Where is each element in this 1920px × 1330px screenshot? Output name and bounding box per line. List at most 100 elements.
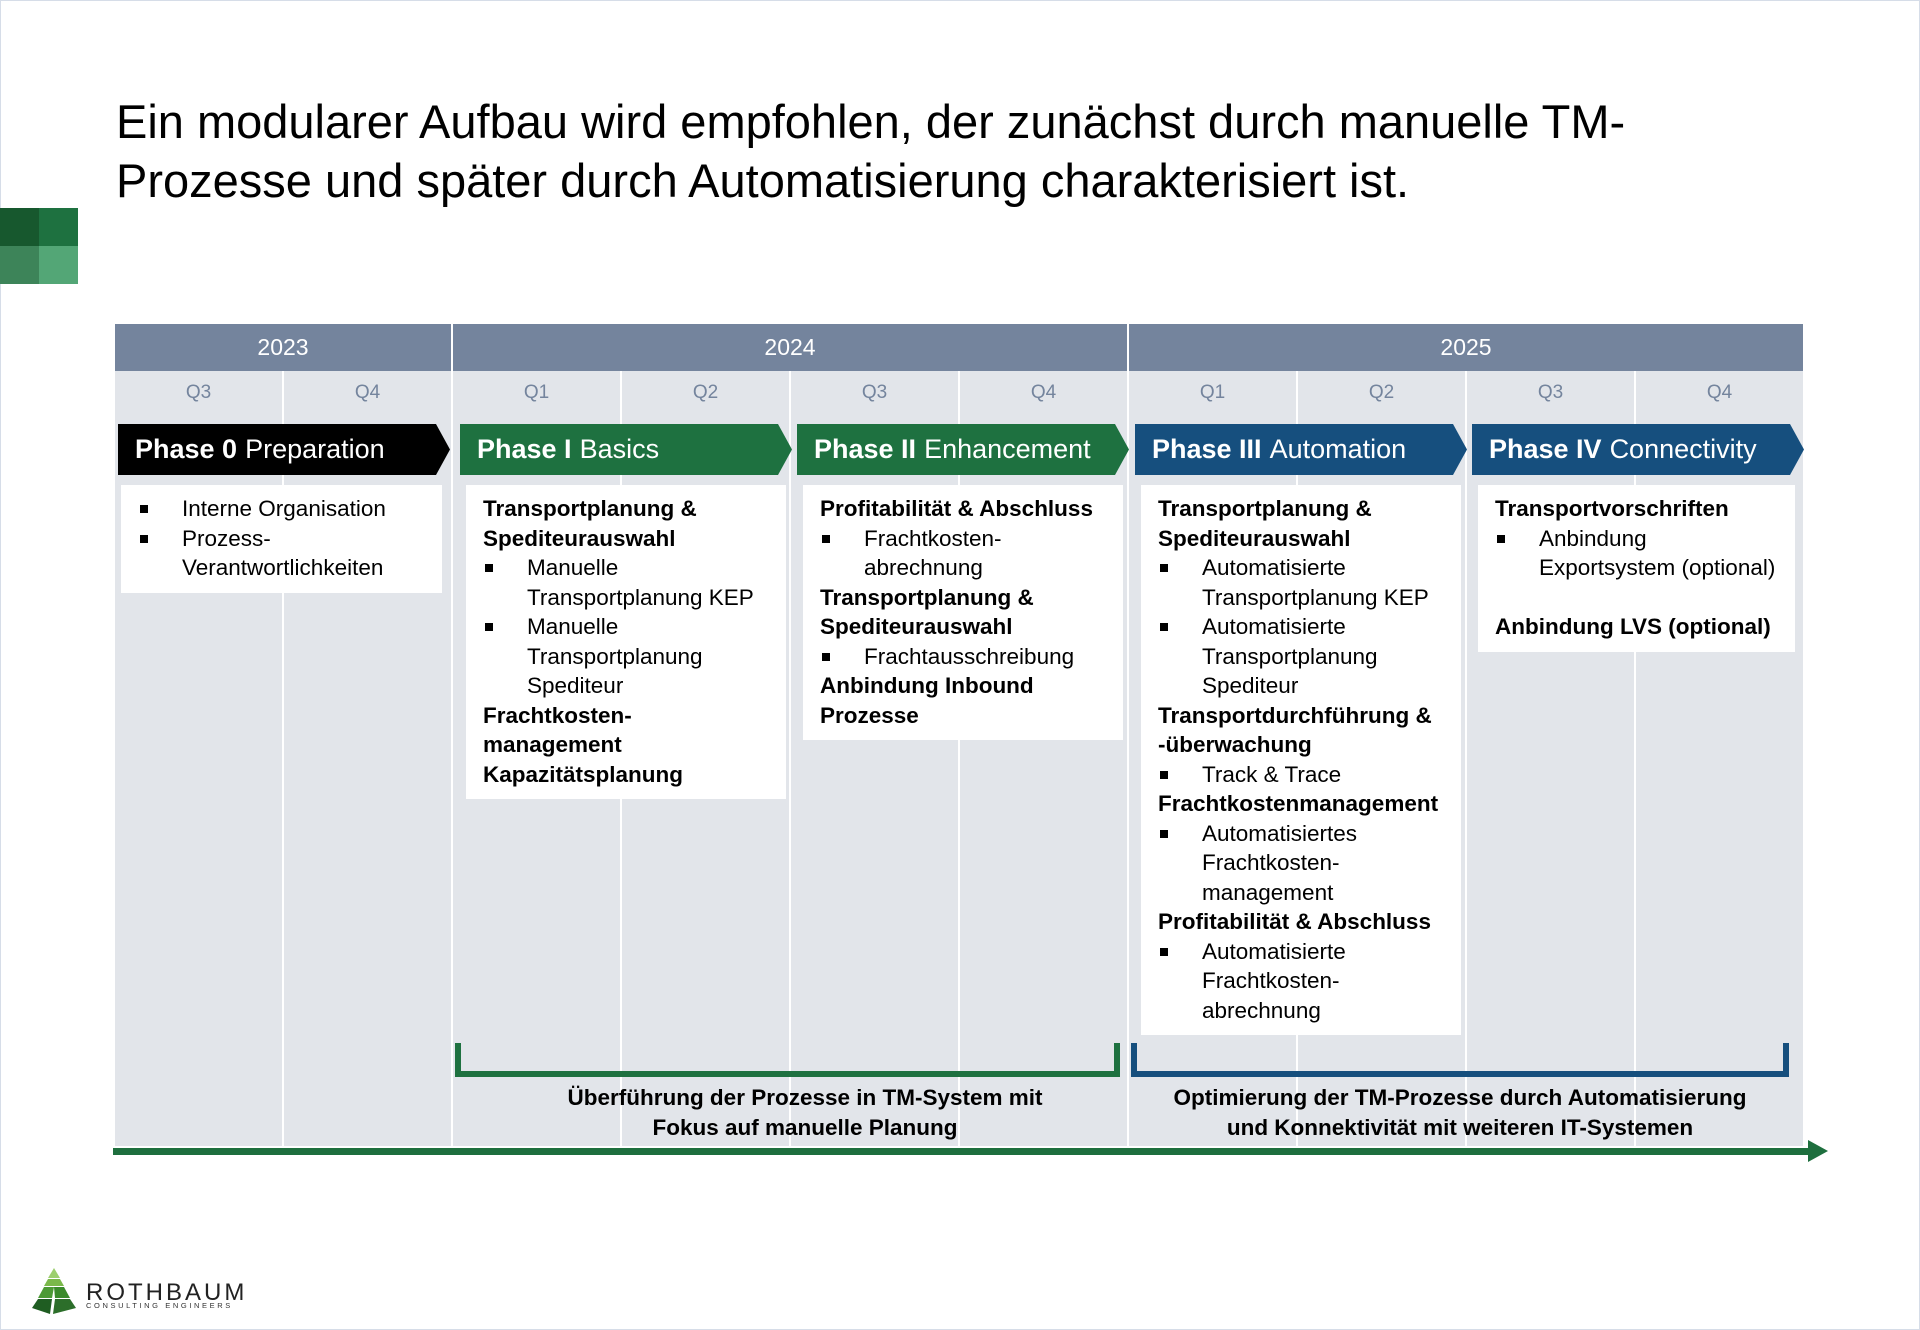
phase-number: Phase II <box>814 434 917 464</box>
bullet-square-icon <box>140 534 148 543</box>
quarter-label: Q2 <box>1368 381 1395 403</box>
phase-chevron: Phase I Basics <box>460 424 792 475</box>
topic-heading: Anbindung LVS (optional) <box>1495 614 1771 639</box>
topic-heading: Kapazitätsplanung <box>483 761 684 787</box>
bracket-label-line: und Konnektivität mit weiteren IT-System… <box>1226 1114 1694 1140</box>
bullet-text: Track & Trace <box>1202 761 1342 787</box>
quarter-label: Q4 <box>354 381 381 403</box>
year-header: 2024 <box>453 324 1129 371</box>
quarter-label: Q3 <box>861 381 888 403</box>
bullet-square-icon <box>822 652 830 661</box>
phase-name: Connectivity <box>1609 434 1757 464</box>
bullet-text: Anbindung Exportsystem (optional) <box>1539 525 1776 581</box>
topic-heading: Frachtkosten- management <box>483 702 632 758</box>
phase-name: Enhancement <box>924 434 1091 464</box>
phase-content-box: Transportplanung & Spediteurauswahl Autom… <box>1141 485 1461 1035</box>
bullet-text: Automatisierte Transportplanung KEP <box>1202 555 1429 610</box>
topic-heading: Transportvorschriften <box>1495 496 1729 521</box>
topic-heading: Profitabilität & Abschluss <box>1158 909 1431 934</box>
bullet-item: Interne Organisation <box>138 494 432 524</box>
bracket-automation-phase <box>1131 1043 1789 1077</box>
bullet-item: Automatisierte Transportplanung KEP <box>1158 553 1451 612</box>
topic-heading: Transportplanung & Spediteurauswahl <box>820 584 1034 640</box>
phase-number: Phase I <box>477 434 572 464</box>
phase-chevron: Phase II Enhancement <box>797 424 1129 475</box>
title-line-2: Prozesse und später durch Automatisierun… <box>116 154 1410 207</box>
phase-chevron: Phase 0 Preparation <box>118 424 450 475</box>
bullet-text: Manuelle Transportplanung Spediteur <box>527 614 703 698</box>
year-header: 2023 <box>115 324 453 371</box>
square-light <box>39 246 78 284</box>
bullet-text: Frachtkosten- abrechnung <box>864 525 1002 581</box>
phase-name: Automation <box>1269 434 1407 464</box>
arrow-head-icon <box>1808 1140 1828 1162</box>
phase-content-box: Transportplanung & Spediteurauswahl Manue… <box>466 485 786 799</box>
bullet-item: Manuelle Transportplanung KEP <box>483 553 776 612</box>
bullet-item: Manuelle Transportplanung Spediteur <box>483 612 776 701</box>
bullet-item: Frachtausschreibung <box>820 642 1113 672</box>
bracket-manual-phase <box>455 1043 1120 1077</box>
phase-number: Phase 0 <box>135 434 238 464</box>
bullet-text: Frachtausschreibung <box>864 643 1075 669</box>
phase-content-box: Interne Organisation Prozess- Verantwortl… <box>121 485 442 593</box>
bracket-label-manual: Überführung der Prozesse in TM-System mi… <box>455 1083 1155 1142</box>
slide-title: Ein modularer Aufbau wird empfohlen, der… <box>116 92 1756 210</box>
bullet-square-icon <box>485 623 493 631</box>
quarter-label: Q3 <box>185 381 212 403</box>
bullet-item: Anbindung Exportsystem (optional) <box>1495 524 1785 583</box>
topic-heading: Profitabilität & Abschluss <box>820 496 1093 521</box>
bullet-item: Automatisierte Frachtkosten- abrechnung <box>1158 937 1451 1026</box>
bullet-text: Automatisiertes Frachtkosten- management <box>1202 820 1358 905</box>
topic-heading: Anbindung Inbound Prozesse <box>820 673 1034 728</box>
topic-heading: Transportplanung & Spediteurauswahl <box>1158 496 1372 551</box>
bullet-item: Automatisierte Transportplanung Spediteu… <box>1158 612 1451 701</box>
quarter-label: Q3 <box>1537 381 1564 403</box>
quarter-label: Q2 <box>692 381 719 403</box>
phase-name: Preparation <box>245 434 385 464</box>
bullet-square-icon <box>1497 534 1505 543</box>
bullet-square-icon <box>1160 947 1168 956</box>
phase-content-box: Transportvorschriften Anbindung Exportsys… <box>1478 485 1795 652</box>
quarter-label: Q4 <box>1030 381 1057 403</box>
quarter-label: Q1 <box>523 381 550 403</box>
bullet-square-icon <box>1160 829 1168 838</box>
topic-heading: Transportplanung & Spediteurauswahl <box>483 496 697 551</box>
phase-number: Phase IV <box>1489 434 1602 464</box>
bullet-square-icon <box>822 534 830 543</box>
phase-chevron: Phase III Automation <box>1135 424 1467 475</box>
bullet-text: Manuelle Transportplanung KEP <box>527 555 754 610</box>
title-line-1: Ein modularer Aufbau wird empfohlen, der… <box>116 95 1626 148</box>
arrow-shaft <box>113 1148 1813 1155</box>
bullet-item: Automatisiertes Frachtkosten- management <box>1158 819 1451 908</box>
topic-heading: Transportdurchführung & -überwachung <box>1158 702 1432 758</box>
square-mid <box>39 208 78 246</box>
bullet-square-icon <box>1160 623 1168 631</box>
bullet-text: Automatisierte Frachtkosten- abrechnung <box>1202 938 1346 1023</box>
phase-content-box: Profitabilität & Abschluss Frachtkosten- … <box>803 485 1123 740</box>
phase-number: Phase III <box>1152 434 1262 464</box>
bullet-text: Automatisierte Transportplanung Spediteu… <box>1202 614 1378 698</box>
bullet-item: Prozess- Verantwortlichkeiten <box>138 524 432 583</box>
bracket-label-line: Fokus auf manuelle Planung <box>652 1114 958 1140</box>
bullet-square-icon <box>1160 770 1168 779</box>
brand-tagline: CONSULTING ENGINEERS <box>86 1301 233 1310</box>
topic-heading: Frachtkostenmanagement <box>1158 791 1439 816</box>
bullet-square-icon <box>485 564 493 572</box>
quarter-label: Q1 <box>1199 381 1226 403</box>
bullet-square-icon <box>1160 564 1168 572</box>
year-header: 2025 <box>1129 324 1805 371</box>
tree-logo-icon <box>32 1268 76 1314</box>
bracket-label-line: Überführung der Prozesse in TM-System mi… <box>567 1085 1043 1110</box>
bullet-text: Interne Organisation <box>182 496 386 521</box>
bullet-item: Frachtkosten- abrechnung <box>820 524 1113 583</box>
bullet-text: Prozess- Verantwortlichkeiten <box>182 525 384 581</box>
bullet-square-icon <box>140 505 148 513</box>
phase-name: Basics <box>579 434 660 464</box>
square-dark <box>0 208 39 246</box>
quarter-label: Q4 <box>1706 381 1733 403</box>
bracket-label-line: Optimierung der TM-Prozesse durch Automa… <box>1173 1085 1747 1110</box>
bullet-item: Track & Trace <box>1158 760 1451 790</box>
square-muted <box>0 246 39 284</box>
bracket-label-automation: Optimierung der TM-Prozesse durch Automa… <box>1118 1083 1802 1142</box>
